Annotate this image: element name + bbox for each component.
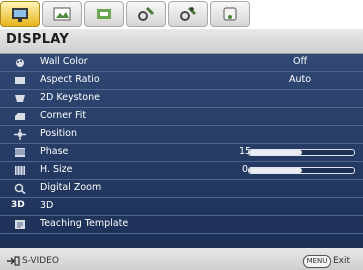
tab-system-setup-advanced[interactable] (168, 1, 208, 27)
menu-item-label: Corner Fit (40, 110, 87, 121)
system-setup-advanced-tab-icon (180, 6, 197, 21)
menu-item-corner-fit[interactable]: Corner Fit (0, 108, 363, 125)
source-tab-icon (97, 9, 111, 19)
source-input-icon (7, 256, 20, 266)
tab-picture[interactable] (42, 1, 82, 27)
menu-item-label: Digital Zoom (40, 182, 102, 193)
picture-tab-icon (53, 7, 71, 21)
phase-slider[interactable] (248, 149, 355, 156)
menu-item-3d[interactable]: 3D 3D (0, 198, 363, 215)
menu-item-digital-zoom[interactable]: Digital Zoom (0, 180, 363, 197)
menu-item-h-size[interactable]: H. Size 0 (0, 162, 363, 179)
slider-fill (249, 168, 302, 173)
row-divider (0, 233, 363, 234)
phase-icon (15, 148, 25, 157)
tab-source[interactable] (84, 1, 124, 27)
3d-icon: 3D (11, 200, 25, 210)
menu-item-2d-keystone[interactable]: 2D Keystone (0, 90, 363, 107)
menu-item-aspect-ratio[interactable]: Aspect Ratio Auto (0, 72, 363, 89)
menu-item-value: Auto (288, 74, 312, 85)
menu-item-label: 3D (40, 200, 54, 211)
wall-color-icon (16, 59, 24, 67)
menu-item-position[interactable]: Position (0, 126, 363, 143)
teaching-template-icon (15, 220, 25, 229)
aspect-ratio-icon (15, 77, 25, 84)
position-icon (14, 129, 26, 140)
menu-item-wall-color[interactable]: Wall Color Off (0, 54, 363, 71)
exit-label: Exit (333, 256, 351, 266)
tab-system-setup-basic[interactable] (126, 1, 166, 27)
menu-item-label: Teaching Template (40, 218, 129, 229)
system-setup-basic-tab-icon (138, 6, 155, 21)
menu-button[interactable]: MENU (303, 255, 331, 268)
menu-item-label: Phase (40, 146, 69, 157)
slider-fill (249, 150, 302, 155)
tab-bar (0, 0, 363, 30)
status-footer: S-VIDEO MENU Exit (0, 248, 363, 270)
menu-item-label: H. Size (40, 164, 73, 175)
h-size-icon (15, 166, 25, 175)
menu-header: DISPLAY (0, 29, 363, 54)
page-title: DISPLAY (6, 32, 70, 47)
display-tab-icon (12, 8, 28, 22)
menu-item-value: Off (292, 56, 308, 67)
menu-item-label: Wall Color (40, 56, 88, 67)
tab-display[interactable] (0, 1, 40, 27)
h-size-slider[interactable] (248, 167, 355, 174)
corner-fit-icon (15, 113, 25, 120)
keystone-icon (15, 95, 25, 102)
menu-item-label: 2D Keystone (40, 92, 100, 103)
tab-information[interactable] (210, 1, 250, 27)
menu-item-teaching-template[interactable]: Teaching Template (0, 216, 363, 233)
information-tab-icon (223, 7, 237, 21)
menu-item-label: Aspect Ratio (40, 74, 100, 85)
current-source: S-VIDEO (22, 256, 59, 266)
menu-item-label: Position (40, 128, 77, 139)
projector-osd-menu: DISPLAY Wall Color Off Aspect Ratio Auto… (0, 0, 363, 270)
menu-list: Wall Color Off Aspect Ratio Auto 2D Keys… (0, 54, 363, 248)
digital-zoom-icon (14, 183, 26, 194)
menu-item-phase[interactable]: Phase 15 (0, 144, 363, 161)
